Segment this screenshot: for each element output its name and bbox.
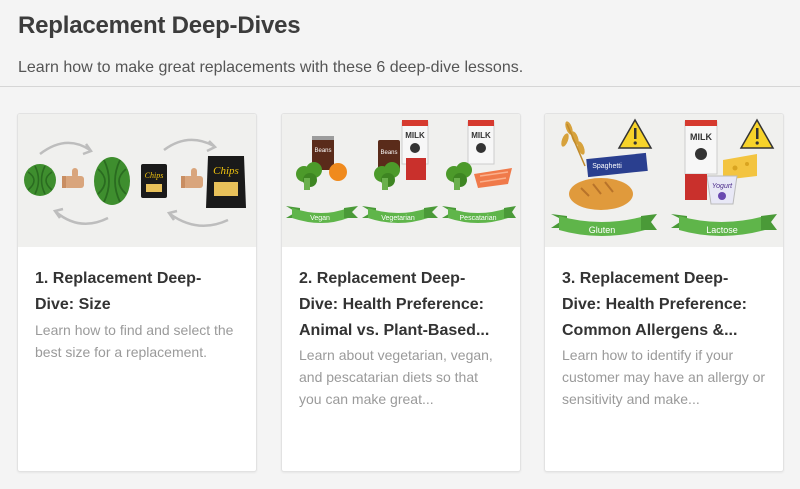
svg-text:MILK: MILK [405, 131, 425, 140]
milk-carton-icon: MILK [401, 120, 429, 165]
svg-text:Beans: Beans [314, 148, 331, 154]
lesson-card-allergens[interactable]: Spaghetti MILK Yogurt Gluten Lactose 3. … [544, 113, 784, 472]
card-description: Learn about vegetarian, vegan, and pesca… [299, 347, 493, 407]
broccoli-icon [296, 162, 322, 190]
lesson-card-size[interactable]: Chips Chips 1. Replacement Deep-Dive: Si… [17, 113, 257, 472]
svg-text:Pescatarian: Pescatarian [460, 215, 497, 222]
lesson-card-animal-vs-plant[interactable]: Beans MILK Beans MILK Vegan Vegetarian P… [281, 113, 521, 472]
watermelon-icon [24, 164, 56, 196]
thumbs-up-icon [62, 168, 84, 188]
svg-text:MILK: MILK [690, 132, 712, 142]
vegan-banner: Vegan [286, 206, 358, 223]
spaghetti-box-icon: Spaghetti [586, 152, 648, 178]
salmon-icon [474, 168, 512, 188]
svg-text:Vegetarian: Vegetarian [381, 215, 415, 222]
svg-text:Spaghetti: Spaghetti [592, 163, 622, 170]
allergen-illustration: Spaghetti MILK Yogurt Gluten Lactose [545, 114, 783, 247]
svg-text:Chips: Chips [145, 171, 164, 180]
warning-icon [739, 118, 775, 149]
chips-bag-icon: Chips [141, 164, 167, 198]
page-subtitle: Learn how to make great replacements wit… [18, 59, 524, 76]
watermelon-icon [94, 157, 130, 205]
thumbs-up-icon [181, 168, 203, 188]
card-description: Learn how to find and select the best si… [35, 322, 234, 360]
svg-text:Beans: Beans [380, 150, 397, 156]
orange-icon [329, 163, 347, 181]
svg-text:Yogurt: Yogurt [712, 183, 733, 190]
vegetarian-banner: Vegetarian [362, 206, 438, 223]
yogurt-cup-icon: Yogurt [706, 175, 738, 205]
pescatarian-banner: Pescatarian [442, 206, 516, 223]
card-title[interactable]: 2. Replacement Deep-Dive: Health Prefere… [299, 266, 504, 344]
gluten-banner: Gluten [551, 214, 657, 236]
diet-illustration: Beans MILK Beans MILK Vegan Vegetarian P… [282, 114, 520, 247]
broccoli-icon [446, 162, 472, 190]
food-box-icon [685, 174, 707, 200]
svg-text:Gluten: Gluten [589, 225, 616, 235]
size-illustration: Chips Chips [18, 114, 256, 247]
bread-icon [569, 178, 633, 210]
warning-icon [617, 118, 653, 149]
svg-text:Vegan: Vegan [310, 215, 330, 222]
svg-text:MILK: MILK [471, 131, 491, 140]
chips-bag-icon: Chips [206, 156, 246, 208]
wheat-icon [561, 121, 586, 167]
header-divider [0, 86, 800, 87]
svg-text:Chips: Chips [213, 165, 239, 177]
broccoli-icon [374, 162, 400, 190]
svg-text:Lactose: Lactose [706, 225, 738, 235]
page-title: Replacement Deep-Dives [18, 12, 301, 39]
card-title[interactable]: 1. Replacement Deep-Dive: Size [35, 266, 240, 318]
card-description: Learn how to identify if your customer m… [562, 347, 766, 407]
food-box-icon [406, 158, 426, 180]
milk-carton-icon: MILK [467, 120, 495, 165]
milk-carton-icon: MILK [684, 120, 718, 175]
lactose-banner: Lactose [671, 214, 777, 236]
card-title[interactable]: 3. Replacement Deep-Dive: Health Prefere… [562, 266, 767, 344]
